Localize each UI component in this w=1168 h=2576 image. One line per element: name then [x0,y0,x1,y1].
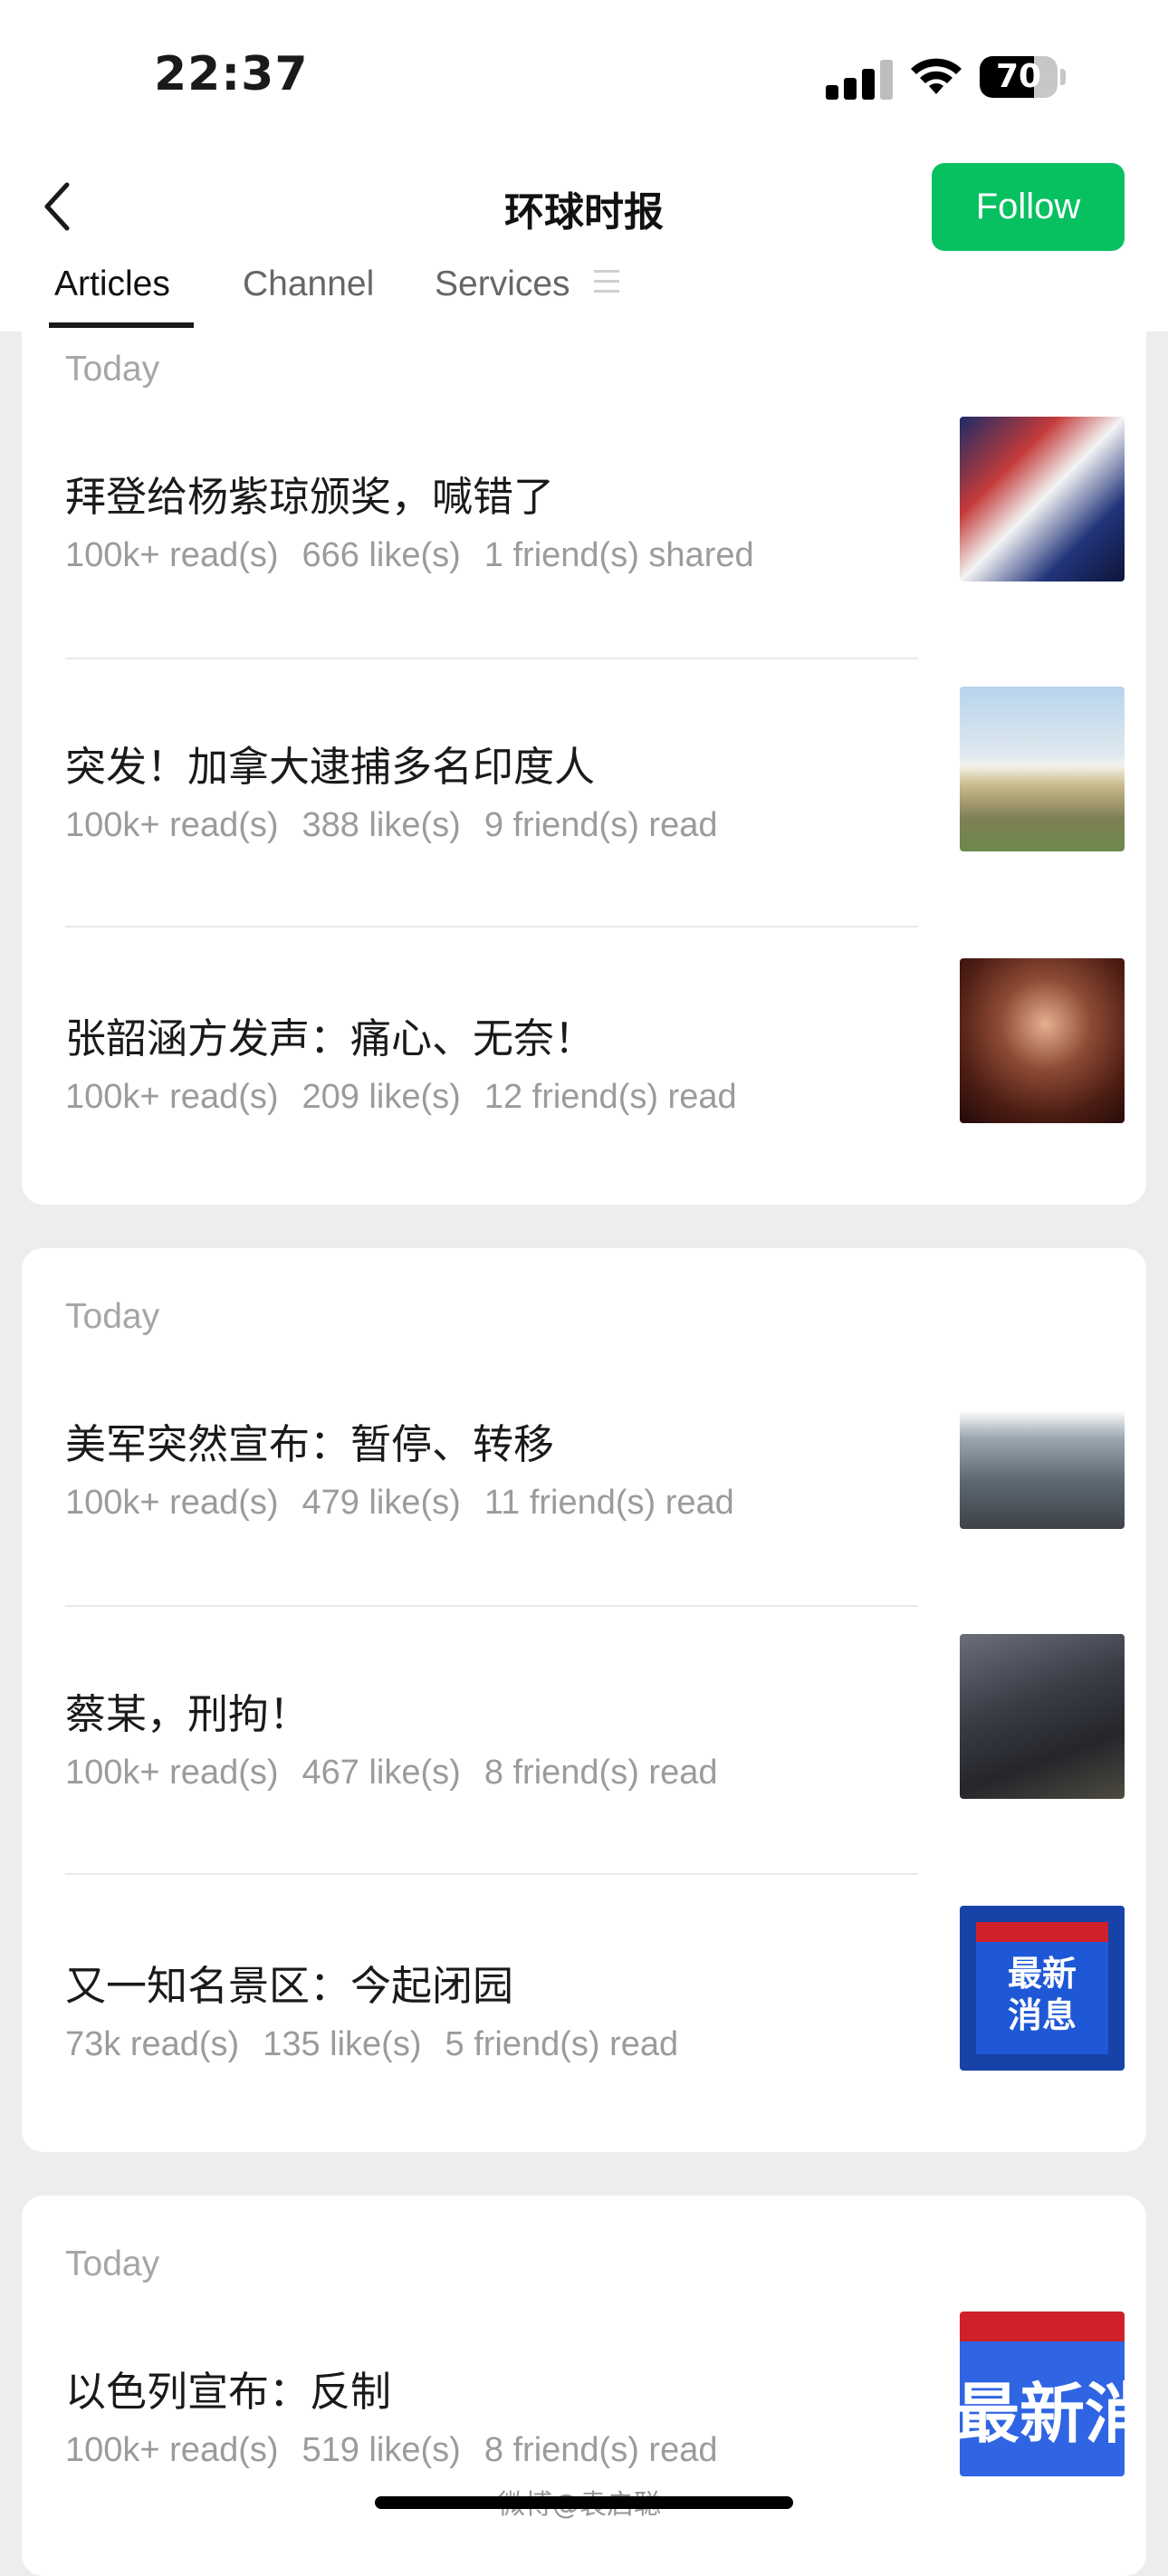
card-date: Today [65,350,160,389]
battery-icon: 70 [980,56,1058,98]
article-title: 蔡某，刑拘！ [65,1690,311,1738]
article-item[interactable]: 又一知名景区：今起闭园 73k read(s) 135 like(s) 5 frie… [65,1906,1125,2089]
like-count: 666 like(s) [302,536,461,574]
article-thumbnail [960,958,1125,1123]
battery-tip [1060,69,1066,85]
article-meta: 100k+ read(s) 209 like(s) 12 friend(s) rea… [65,1078,761,1117]
read-count: 100k+ read(s) [65,1078,279,1116]
article-title: 拜登给杨紫琼颁奖，喊错了 [65,473,555,521]
article-meta: 100k+ read(s) 666 like(s) 1 friend(s) shar… [65,536,778,575]
tab-channel[interactable]: Channel [243,264,374,304]
thumbnail-caption: 最新 消息 [1007,1954,1077,2035]
article-meta: 100k+ read(s) 388 like(s) 9 friend(s) read [65,806,741,845]
tab-articles[interactable]: Articles [54,264,170,304]
divider [65,1605,918,1607]
article-item[interactable]: 张韶涵方发声：痛心、无奈！ 100k+ read(s) 209 like(s) 12… [65,958,1125,1141]
status-time: 22:37 [154,47,309,101]
article-card: Today 美军突然宣布：暂停、转移 100k+ read(s) 479 like… [22,1248,1146,2152]
article-title: 突发！加拿大逮捕多名印度人 [65,743,596,791]
article-meta: 100k+ read(s) 467 like(s) 8 friend(s) read [65,1754,741,1793]
article-thumbnail [960,1634,1125,1799]
divider [65,1873,918,1875]
friend-activity: 9 friend(s) read [483,806,718,844]
friend-activity: 12 friend(s) read [483,1078,737,1116]
article-item[interactable]: 突发！加拿大逮捕多名印度人 100k+ read(s) 388 like(s) 9 … [65,687,1125,870]
active-tab-indicator [49,322,194,328]
article-thumbnail: 最新消息 [960,2312,1125,2476]
read-count: 100k+ read(s) [65,2431,279,2469]
card-date: Today [65,2244,160,2283]
cellular-signal-icon [826,60,895,100]
read-count: 100k+ read(s) [65,1484,279,1522]
read-count: 73k read(s) [65,2025,240,2063]
read-count: 100k+ read(s) [65,1754,279,1792]
status-bar: 22:37 70 [0,0,1168,154]
read-count: 100k+ read(s) [65,536,279,574]
article-item[interactable]: 拜登给杨紫琼颁奖，喊错了 100k+ read(s) 666 like(s) 1 f… [65,417,1125,600]
follow-button[interactable]: Follow [932,163,1125,251]
article-thumbnail: 最新 消息 [960,1906,1125,2071]
nav-bar: 环球时报 Follow Articles Channel Services [0,154,1168,332]
article-meta: 100k+ read(s) 519 like(s) 8 friend(s) read [65,2431,741,2470]
article-item[interactable]: 蔡某，刑拘！ 100k+ read(s) 467 like(s) 8 friend(… [65,1634,1125,1817]
friend-activity: 5 friend(s) read [445,2025,679,2063]
like-count: 388 like(s) [302,806,461,844]
article-title: 以色列宣布：反制 [65,2368,392,2416]
friend-activity: 11 friend(s) read [483,1484,734,1522]
article-item[interactable]: 以色列宣布：反制 100k+ read(s) 519 like(s) 8 frien… [65,2312,1125,2494]
read-count: 100k+ read(s) [65,806,279,844]
thumbnail-caption: 最新消息 [960,2376,1125,2452]
like-count: 479 like(s) [302,1484,461,1522]
tab-services[interactable]: Services [435,264,570,304]
like-count: 467 like(s) [302,1754,461,1792]
article-item[interactable]: 美军突然宣布：暂停、转移 100k+ read(s) 479 like(s) 11 … [65,1364,1125,1547]
card-date: Today [65,1297,160,1336]
article-meta: 100k+ read(s) 479 like(s) 11 friend(s) rea… [65,1484,758,1523]
article-title: 张韶涵方发声：痛心、无奈！ [65,1014,596,1062]
friend-activity: 8 friend(s) read [483,2431,718,2469]
like-count: 519 like(s) [302,2431,461,2469]
like-count: 135 like(s) [263,2025,422,2063]
wifi-icon [911,58,962,94]
menu-icon[interactable] [594,270,619,293]
battery-level: 70 [995,58,1042,95]
friend-activity: 8 friend(s) read [483,1754,718,1792]
like-count: 209 like(s) [302,1078,461,1116]
article-thumbnail [960,687,1125,851]
home-indicator[interactable] [375,2496,793,2509]
friend-activity: 1 friend(s) shared [483,536,754,574]
divider [65,926,918,928]
article-title: 美军突然宣布：暂停、转移 [65,1420,555,1468]
article-title: 又一知名景区：今起闭园 [65,1962,514,2010]
article-thumbnail [960,1364,1125,1529]
article-thumbnail [960,417,1125,582]
article-meta: 73k read(s) 135 like(s) 5 friend(s) read [65,2025,702,2064]
divider [65,658,918,659]
article-card: Today 拜登给杨紫琼颁奖，喊错了 100k+ read(s) 666 like… [22,332,1146,1205]
